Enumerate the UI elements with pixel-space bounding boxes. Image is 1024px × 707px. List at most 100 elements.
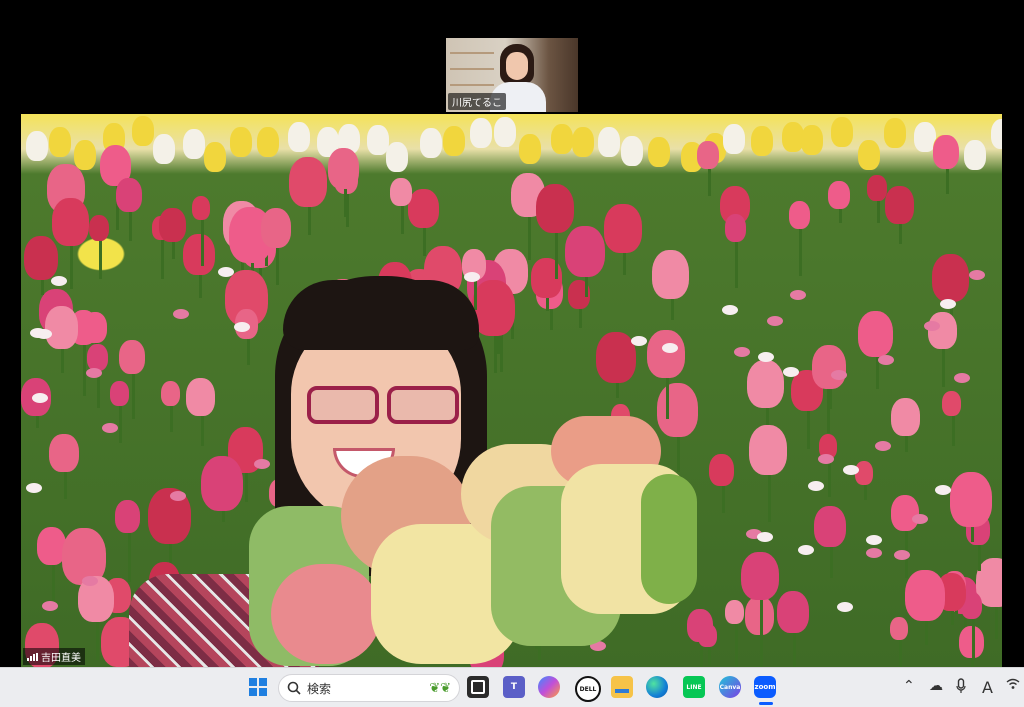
tulip-pink — [115, 499, 141, 533]
daisy-flower — [41, 600, 58, 611]
tulip-pink — [109, 381, 129, 406]
line-label: LINE — [686, 683, 702, 691]
flower-stem — [734, 618, 738, 667]
tulip-yellow — [230, 127, 253, 158]
line-icon[interactable]: LINE — [683, 676, 705, 698]
wifi-icon[interactable] — [1006, 678, 1020, 694]
dell-icon[interactable]: DELL — [575, 676, 601, 702]
tulip-yellow — [443, 126, 466, 157]
tulip-pink — [932, 134, 960, 169]
tulip-yellow — [49, 127, 72, 158]
flower-stem — [127, 524, 131, 583]
copilot-icon[interactable] — [538, 676, 560, 698]
tulip-yellow — [801, 124, 824, 155]
tulip-yellow — [831, 116, 854, 147]
daisy-flower — [875, 440, 892, 451]
tulip-pink — [698, 623, 717, 648]
task-view-icon[interactable] — [467, 676, 489, 698]
windows-start-icon[interactable] — [247, 676, 269, 698]
tulip-pink — [828, 180, 850, 209]
tulip-pink — [159, 207, 186, 243]
tulip-pink — [604, 203, 642, 253]
tulip-pink — [855, 461, 874, 485]
flower-stem — [200, 214, 204, 267]
teams-icon[interactable]: T — [503, 676, 525, 698]
daisy-flower — [934, 484, 951, 495]
daisy-flower — [767, 315, 784, 326]
daisy-flower — [940, 298, 957, 309]
tulip-yellow — [203, 142, 226, 173]
tulip-yellow — [385, 141, 408, 172]
zoom-icon[interactable]: zoom — [754, 676, 776, 698]
daisy-flower — [734, 346, 751, 357]
tulip-yellow — [857, 140, 880, 171]
tulip-pink — [116, 178, 143, 212]
tulip-pink — [905, 570, 945, 622]
tulip-yellow — [647, 136, 670, 167]
daisy-flower — [25, 483, 42, 494]
daisy-flower — [756, 532, 773, 543]
cloud-icon[interactable]: ☁ — [929, 678, 943, 694]
daisy-flower — [254, 458, 271, 469]
bread-section — [641, 474, 697, 604]
daisy-flower — [172, 309, 189, 320]
file-explorer-icon[interactable] — [611, 676, 633, 698]
tulip-pink — [408, 188, 439, 229]
chevron-up-icon[interactable]: ⌃ — [903, 678, 915, 694]
tulip-yellow — [991, 119, 1002, 150]
daisy-flower — [797, 544, 814, 555]
tulip-pink — [51, 197, 89, 246]
tulip-pink — [741, 551, 779, 601]
tulip-pink — [564, 225, 605, 278]
tulip-pink — [44, 306, 78, 350]
tulip-pink — [931, 254, 969, 302]
speaker-video[interactable]: 吉田直美 — [21, 114, 1002, 667]
font-icon[interactable]: A — [982, 678, 993, 697]
flower-stem — [83, 336, 87, 396]
daisy-flower — [218, 266, 235, 277]
daisy-flower — [837, 601, 854, 612]
dell-label: DELL — [579, 685, 597, 693]
tulip-pink — [724, 214, 746, 242]
tulip-yellow — [550, 123, 573, 154]
tulip-pink — [885, 186, 914, 224]
tulip-yellow — [751, 125, 774, 156]
microphone-icon[interactable] — [956, 678, 966, 698]
tulip-pink — [23, 235, 58, 281]
tulip-pink — [86, 343, 108, 371]
tulip-yellow — [73, 140, 96, 171]
search-input[interactable]: 検索 ❦❦ — [278, 674, 460, 702]
daisy-flower — [954, 372, 971, 383]
edge-icon[interactable] — [646, 676, 668, 698]
thumbnail-name-label: 川尻てるこ — [448, 93, 506, 110]
flower-stem — [735, 235, 739, 289]
tulip-pink — [182, 234, 215, 276]
flower-stem — [119, 400, 123, 443]
flower-stem — [98, 235, 102, 279]
tulip-yellow — [131, 116, 154, 147]
tulip-pink — [389, 177, 412, 206]
tulip-pink — [788, 201, 810, 229]
daisy-flower — [464, 271, 481, 282]
zoom-label: zoom — [754, 683, 776, 691]
tulip-yellow — [963, 140, 986, 171]
tulip-pink — [814, 505, 846, 547]
tulip-pink — [776, 591, 809, 634]
daisy-flower — [817, 454, 834, 465]
tulip-pink — [949, 472, 992, 528]
speaker-name: 吉田直美 — [41, 653, 81, 664]
speaker-name-label: 吉田直美 — [23, 648, 85, 665]
flower-stem — [131, 366, 135, 420]
background-shelf — [450, 52, 494, 54]
canva-icon[interactable]: Canva — [719, 676, 741, 698]
participant-face — [506, 52, 528, 80]
daisy-flower — [831, 370, 848, 381]
tulip-pink — [890, 398, 920, 436]
taskbar: 検索 ❦❦ T DELL LINE Canva zoom ⌃ ☁ A — [0, 667, 1024, 707]
tulip-yellow — [182, 128, 205, 159]
background-shelf — [450, 68, 494, 70]
tulip-pink — [725, 599, 745, 625]
daisy-flower — [81, 575, 98, 586]
participant-thumbnail[interactable]: 川尻てるこ — [446, 38, 578, 112]
tulip-pink — [647, 329, 685, 379]
